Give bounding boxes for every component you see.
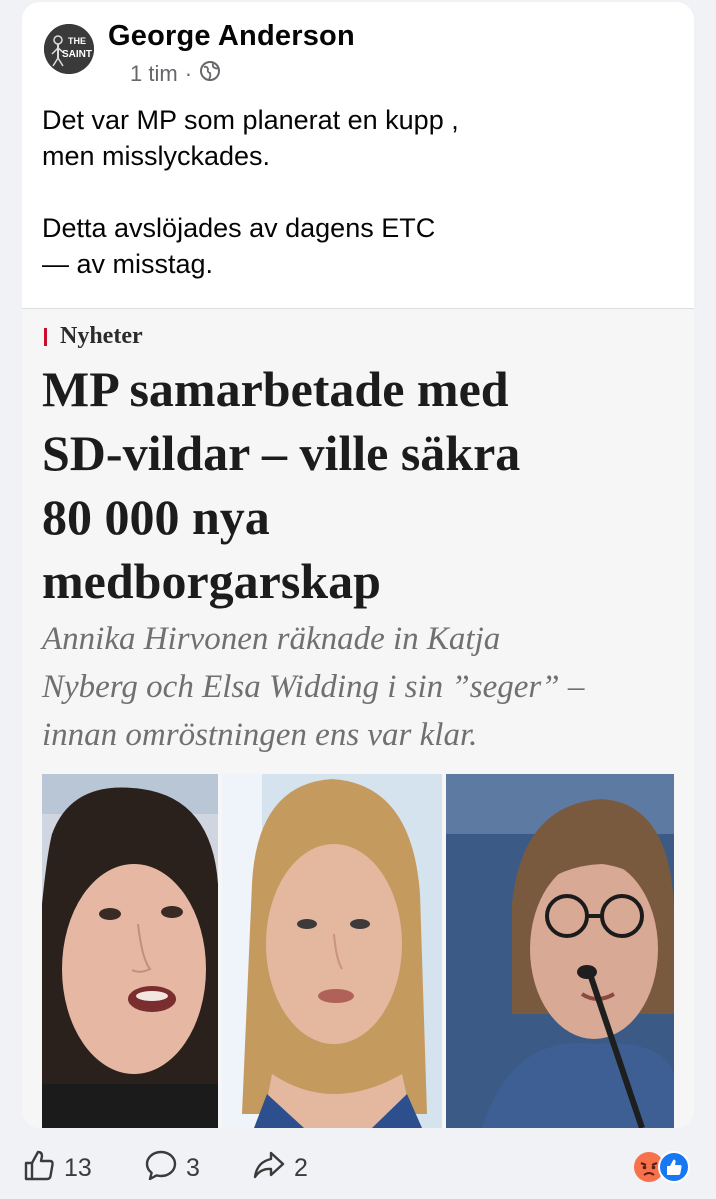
post-time[interactable]: 1 tim [130, 61, 178, 87]
comment-count: 3 [186, 1154, 200, 1182]
share-button[interactable]: 2 [252, 1148, 308, 1189]
reaction-summary[interactable] [632, 1150, 692, 1184]
shared-article-image[interactable]: Nyheter MP samarbetade med SD-vildar – v… [22, 309, 694, 1128]
post-header: THE SAINT George Anderson 1 tim · [44, 20, 684, 90]
headline-line: medborgarskap [42, 553, 381, 609]
share-icon [252, 1148, 286, 1189]
action-bar: 13 3 2 [22, 1140, 694, 1190]
comment-icon [144, 1148, 178, 1189]
photo-panel-left [42, 774, 218, 1128]
lead-line: Nyberg och Elsa Widding i sin ”seger” – [42, 669, 585, 705]
post-text-line: — av misstag. [42, 249, 214, 279]
avatar-text-bottom: SAINT [62, 49, 92, 60]
headline-line: MP samarbetade med [42, 361, 509, 417]
like-count: 13 [64, 1154, 92, 1182]
post-text-line: men misslyckades. [42, 141, 271, 171]
like-button[interactable]: 13 [22, 1148, 92, 1189]
section-bar [44, 327, 47, 346]
headline-line: 80 000 nya [42, 489, 270, 545]
share-count: 2 [294, 1154, 308, 1182]
article-lead: Annika Hirvonen räknade in Katja Nyberg … [42, 615, 682, 759]
meta-separator: · [184, 61, 193, 86]
lead-line: innan omröstningen ens var klar. [42, 717, 478, 753]
headline-line: SD-vildar – ville säkra [42, 425, 521, 481]
photo-panel-right [446, 774, 674, 1128]
thumbs-up-icon [22, 1148, 56, 1189]
avatar-text-top: THE [68, 36, 86, 46]
author-name[interactable]: George Anderson [108, 20, 355, 53]
article-section: Nyheter [44, 323, 143, 350]
article-photo [42, 774, 674, 1128]
post-text-line: Detta avslöjades av dagens ETC [42, 213, 436, 243]
post-text-line: Det var MP som planerat en kupp , [42, 105, 459, 135]
section-label: Nyheter [60, 323, 143, 349]
article-headline: MP samarbetade med SD-vildar – ville säk… [42, 357, 682, 613]
post-meta: 1 tim · [130, 60, 221, 88]
post-card: THE SAINT George Anderson 1 tim · Det va… [22, 2, 694, 1128]
photo-panel-middle [222, 774, 442, 1128]
globe-icon [199, 60, 221, 88]
post-text: Det var MP som planerat en kupp , men mi… [42, 102, 662, 282]
like-reaction-icon [658, 1151, 690, 1183]
avatar[interactable]: THE SAINT [44, 24, 94, 74]
lead-line: Annika Hirvonen räknade in Katja [42, 621, 501, 657]
comment-button[interactable]: 3 [144, 1148, 200, 1189]
